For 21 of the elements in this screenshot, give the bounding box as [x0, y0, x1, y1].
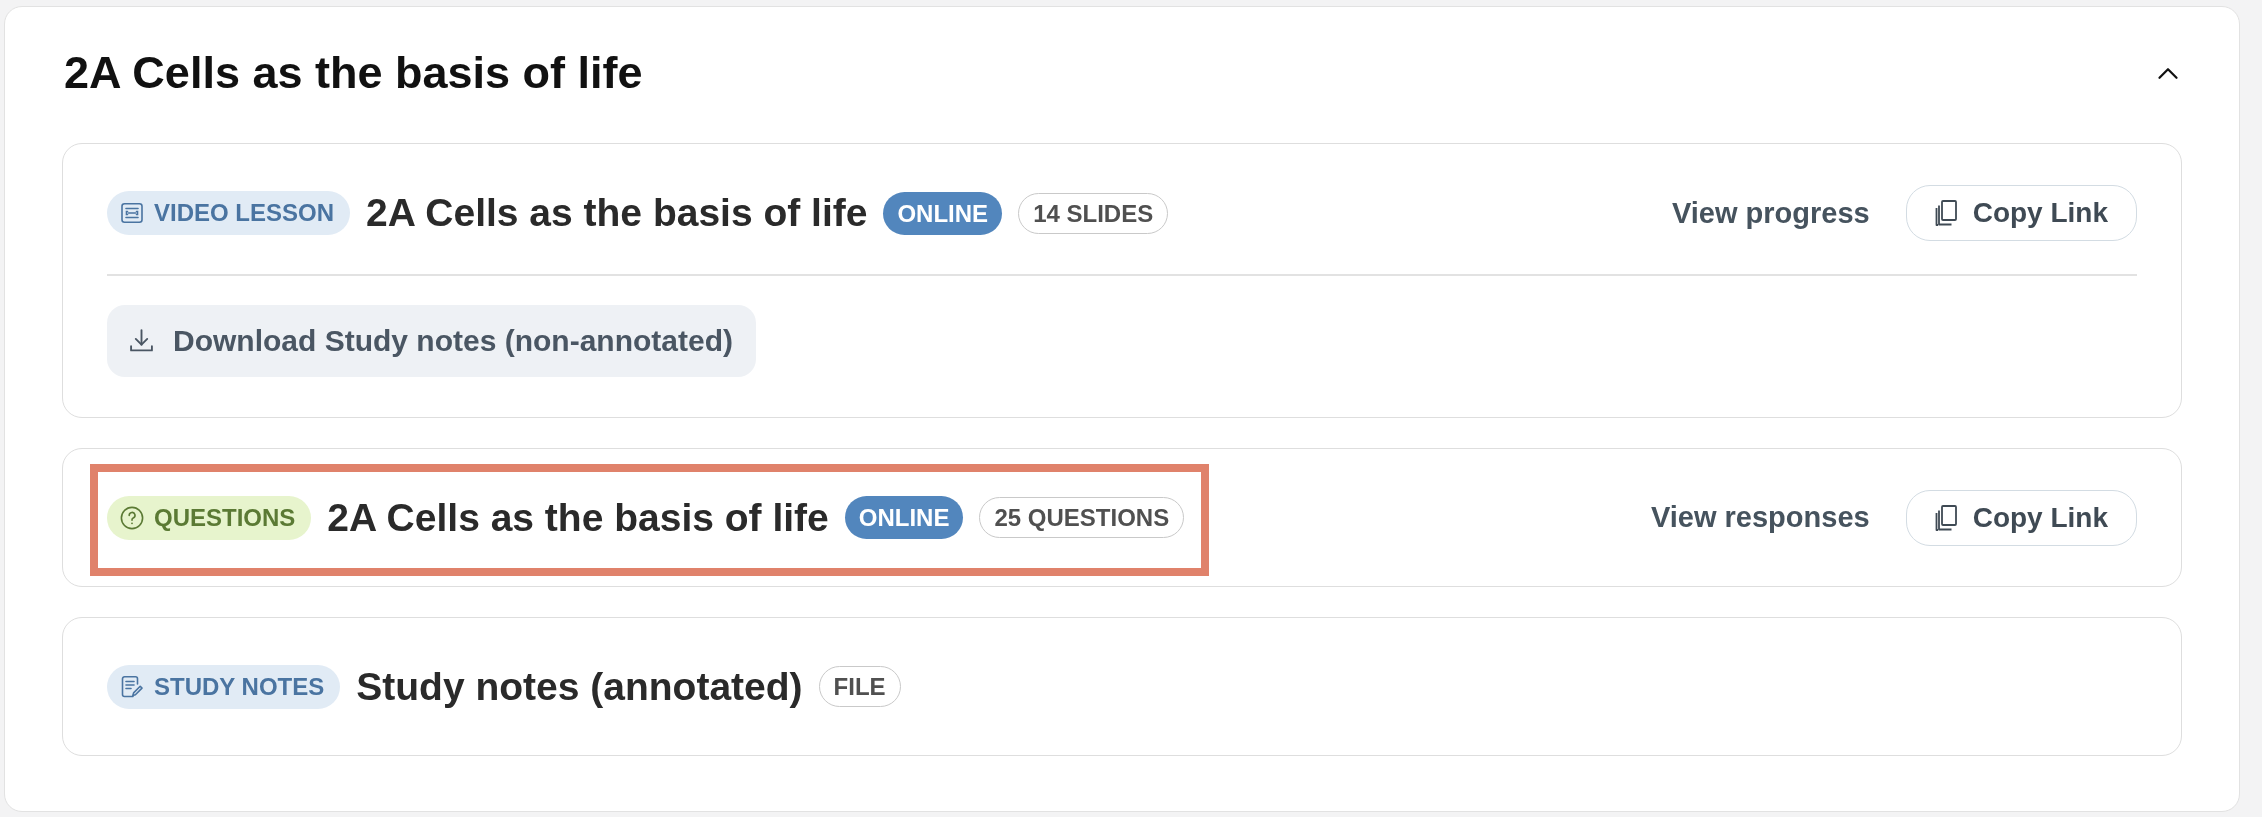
status-badge: ONLINE — [844, 496, 964, 539]
copy-link-button[interactable]: Copy Link — [1905, 489, 2137, 546]
type-label: QUESTIONS — [154, 502, 296, 533]
item-title: 2A Cells as the basis of life — [327, 495, 829, 540]
item-title: Study notes (annotated) — [356, 664, 803, 709]
question-circle-icon — [120, 505, 144, 530]
status-badge: ONLINE — [883, 191, 1003, 235]
section-title: 2A Cells as the basis of life — [64, 47, 643, 99]
chevron-up-icon[interactable] — [2158, 67, 2178, 79]
type-label: VIDEO LESSON — [154, 198, 335, 228]
copy-link-button[interactable]: Copy Link — [1905, 185, 2137, 241]
note-pencil-icon — [120, 674, 144, 699]
copy-icon — [1934, 504, 1957, 531]
action-link[interactable]: View progress — [1671, 196, 1870, 230]
copy-icon — [1934, 200, 1957, 226]
item-title: 2A Cells as the basis of life — [366, 191, 868, 235]
type-label: STUDY NOTES — [154, 671, 325, 702]
download-icon — [129, 328, 154, 353]
download-button[interactable]: Download Study notes (non-annotated) — [107, 304, 756, 377]
action-link[interactable]: View responses — [1650, 501, 1870, 534]
document-lines-icon — [120, 201, 144, 225]
